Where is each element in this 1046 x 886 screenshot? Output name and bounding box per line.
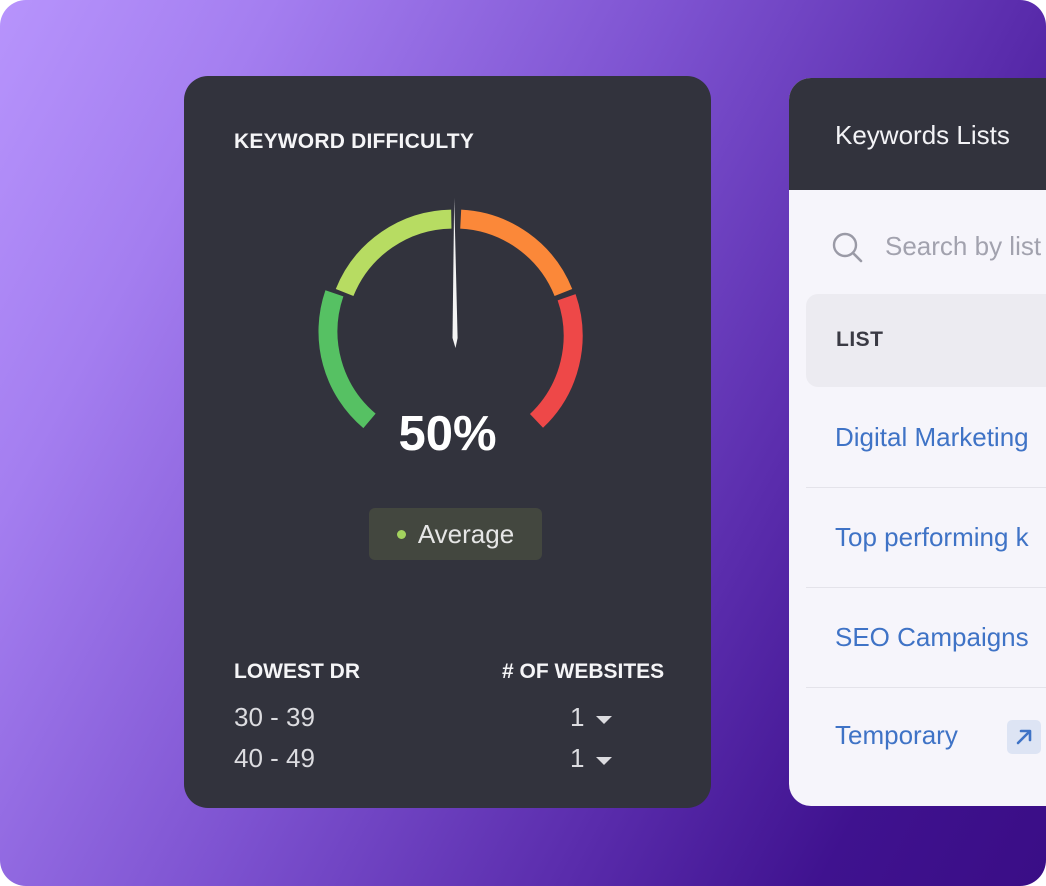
dr-range: 30 - 39 bbox=[234, 702, 315, 732]
card-title: Keywords Lists bbox=[835, 120, 1010, 150]
list-link[interactable]: Digital Marketing bbox=[835, 422, 1029, 453]
difficulty-value: 50% bbox=[398, 407, 497, 461]
website-count: 1 bbox=[570, 743, 585, 773]
list-item[interactable]: Temporary bbox=[806, 688, 1046, 787]
keyword-difficulty-card: KEYWORD DIFFICULTY 50% Average LOWEST DR… bbox=[184, 76, 711, 808]
keywords-lists-card: Keywords Lists LIST Digital Marketing To… bbox=[789, 78, 1046, 806]
list-link[interactable]: Top performing k bbox=[835, 522, 1029, 553]
gauge-needle bbox=[452, 198, 458, 348]
dr-range: 40 - 49 bbox=[234, 743, 315, 773]
column-header-list: LIST bbox=[836, 328, 884, 351]
table-header: LIST bbox=[806, 294, 1046, 387]
search-icon bbox=[832, 232, 863, 263]
caret-down-icon[interactable] bbox=[596, 716, 612, 724]
search-input[interactable] bbox=[885, 228, 1046, 264]
background: KEYWORD DIFFICULTY 50% Average LOWEST DR… bbox=[0, 0, 1046, 886]
list-item[interactable]: Top performing k bbox=[806, 488, 1046, 588]
column-header-lowest-dr: LOWEST DR bbox=[234, 660, 360, 683]
gauge-segment-green bbox=[318, 290, 376, 429]
difficulty-badge: Average bbox=[369, 508, 542, 560]
column-header-websites: # OF WEBSITES bbox=[502, 660, 665, 683]
gauge-segment-orange bbox=[459, 209, 573, 297]
dr-row: 30 - 39 1 bbox=[184, 702, 711, 738]
list-link[interactable]: Temporary bbox=[835, 720, 958, 751]
gauge-segment-light-green bbox=[335, 209, 452, 297]
list-item[interactable]: SEO Campaigns bbox=[806, 588, 1046, 688]
list-item[interactable]: Digital Marketing bbox=[806, 388, 1046, 488]
caret-down-icon[interactable] bbox=[596, 757, 612, 765]
website-count: 1 bbox=[570, 702, 585, 732]
list-link[interactable]: SEO Campaigns bbox=[835, 622, 1029, 653]
difficulty-gauge bbox=[318, 198, 583, 429]
badge-dot-icon bbox=[396, 529, 406, 539]
dr-row: 40 - 49 1 bbox=[184, 743, 711, 779]
badge-label: Average bbox=[417, 518, 515, 549]
gauge-segment-red bbox=[529, 294, 583, 428]
card-header: Keywords Lists bbox=[789, 78, 1046, 190]
external-link-icon[interactable] bbox=[1007, 720, 1041, 754]
